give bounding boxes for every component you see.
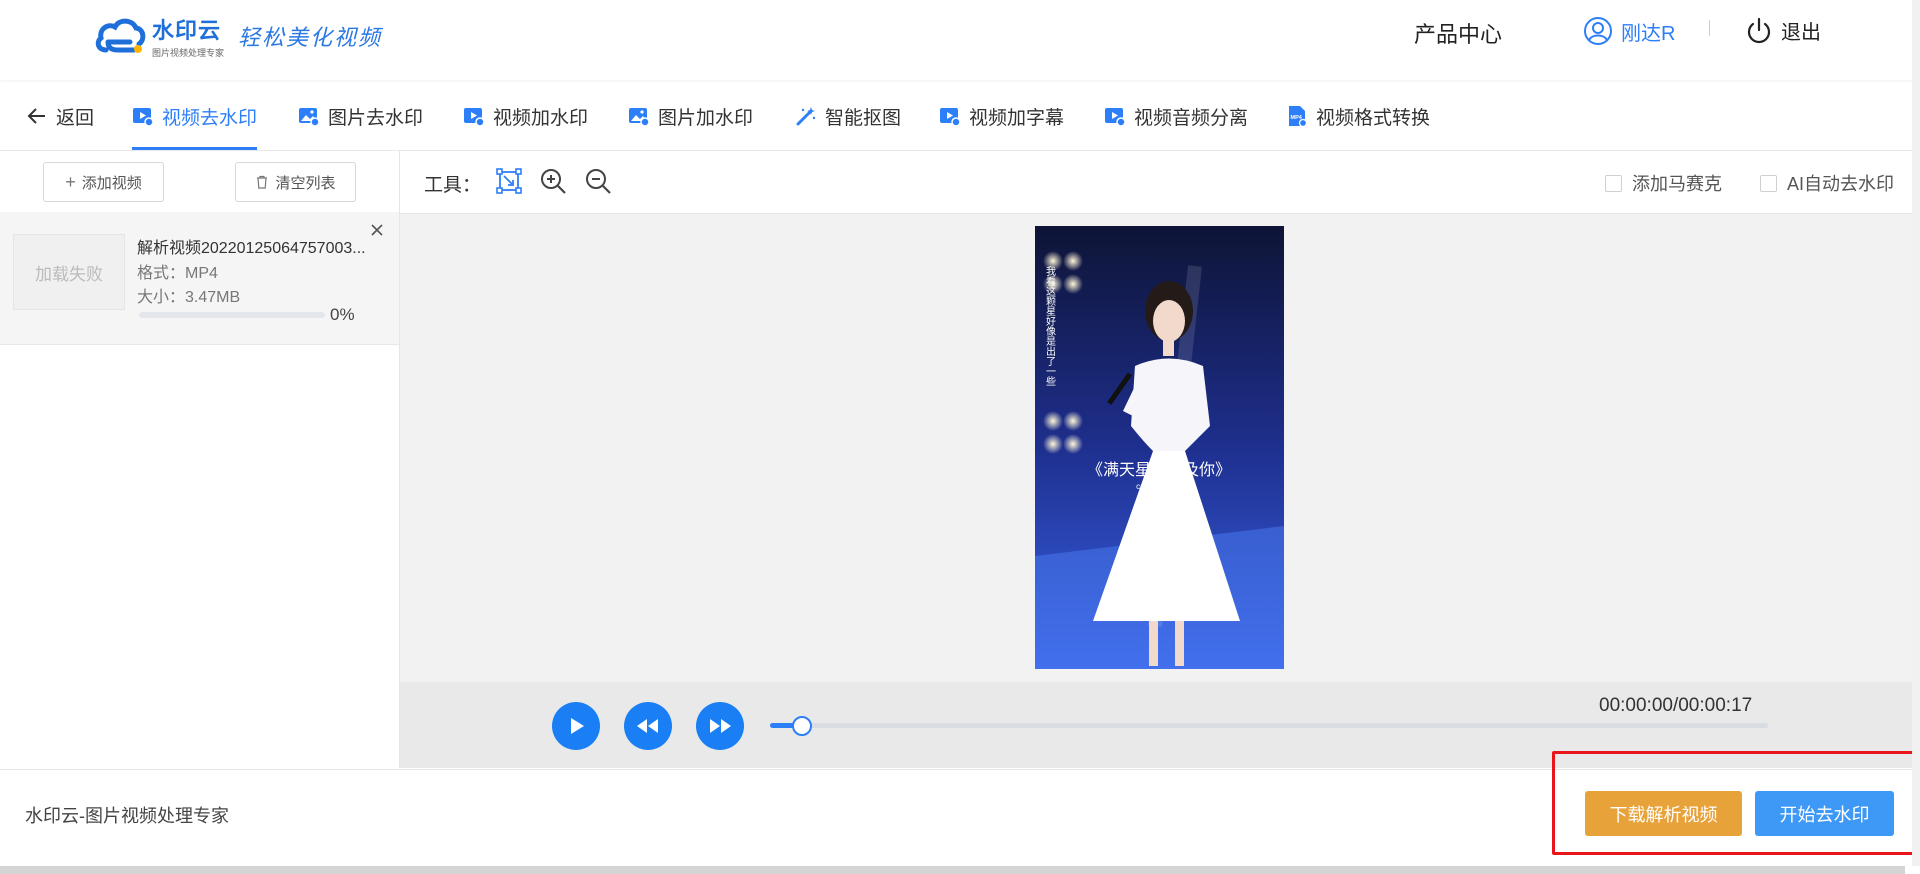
tab-label: 视频去水印 xyxy=(162,107,258,129)
power-icon xyxy=(1747,17,1771,43)
tab-label: 视频音频分离 xyxy=(1134,107,1249,129)
tab-label: 智能抠图 xyxy=(825,107,902,129)
clear-list-button[interactable]: 清空列表 xyxy=(235,162,356,202)
file-name: 解析视频20220125064757003... xyxy=(137,240,366,257)
tab-label: 视频格式转换 xyxy=(1316,107,1431,129)
video-icon xyxy=(1105,108,1126,127)
trash-icon xyxy=(257,175,268,189)
tab-image-remove-watermark[interactable]: 图片去水印 xyxy=(298,82,423,150)
file-list-item[interactable]: 加载失败 解析视频20220125064757003... 格式：MP4 大小：… xyxy=(0,212,399,345)
mp4-file-icon: MP4 xyxy=(1289,106,1308,127)
zoom-in-icon[interactable] xyxy=(538,166,568,196)
tab-video-subtitles[interactable]: 视频加字幕 xyxy=(939,82,1064,150)
select-area-icon[interactable] xyxy=(494,166,524,196)
file-format: 格式：MP4 xyxy=(137,265,218,282)
image-icon xyxy=(299,108,320,127)
horizontal-scrollbar[interactable] xyxy=(0,866,1905,874)
zoom-out-icon[interactable] xyxy=(583,166,613,196)
video-icon xyxy=(464,108,485,127)
back-label: 返回 xyxy=(56,107,95,129)
user-name: 刚达R xyxy=(1621,22,1676,45)
tab-video-audio-split[interactable]: 视频音频分离 xyxy=(1104,82,1248,150)
file-progress-text: 0% xyxy=(330,305,355,324)
highlight-annotation-box xyxy=(1552,751,1919,855)
file-progress-bar xyxy=(139,312,325,318)
tab-label: 视频加水印 xyxy=(493,107,589,129)
add-video-button[interactable]: + 添加视频 xyxy=(43,162,164,202)
fast-forward-button[interactable] xyxy=(696,702,744,750)
cloud-logo-icon xyxy=(95,18,146,53)
rewind-icon xyxy=(637,719,658,733)
footer-brand: 水印云-图片视频处理专家 xyxy=(25,806,229,826)
logout-label: 退出 xyxy=(1781,22,1821,44)
mosaic-checkbox[interactable] xyxy=(1605,174,1622,192)
seek-handle[interactable] xyxy=(791,716,812,736)
back-button[interactable]: 返回 xyxy=(26,82,94,150)
feature-tabs: 返回 视频去水印 图片去水印 视频加水印 图片加水印 智能抠图 视频加字幕 视频… xyxy=(0,82,1920,151)
image-icon xyxy=(629,108,650,127)
ai-remove-checkbox[interactable] xyxy=(1760,174,1777,192)
tools-label: 工具： xyxy=(424,175,482,196)
logo-subtitle: 图片视频处理专家 xyxy=(152,48,225,58)
tab-video-add-watermark[interactable]: 视频加水印 xyxy=(463,82,588,150)
tab-smart-cutout[interactable]: 智能抠图 xyxy=(795,82,901,150)
fast-forward-icon xyxy=(710,719,731,733)
logo[interactable]: 水印云 图片视频处理专家 轻松美化视频 xyxy=(94,12,382,60)
user-menu[interactable]: 刚达R xyxy=(1583,16,1675,46)
video-icon xyxy=(940,108,961,127)
logout-button[interactable]: 退出 xyxy=(1745,16,1821,45)
header-divider xyxy=(1709,20,1710,36)
magic-wand-icon xyxy=(796,107,816,126)
tab-label: 图片加水印 xyxy=(658,107,754,129)
arrow-left-icon xyxy=(27,108,45,124)
rewind-button[interactable] xyxy=(624,702,672,750)
plus-icon: + xyxy=(65,171,76,192)
video-preview[interactable]: 《满天星辰不及你》 cover: yeeee 我看这颗星好像是出了一些 xyxy=(1035,226,1284,669)
tab-video-format-convert[interactable]: MP4 视频格式转换 xyxy=(1286,82,1430,150)
video-frame-image: 《满天星辰不及你》 cover: yeeee 我看这颗星好像是出了一些 xyxy=(1035,226,1284,669)
vertical-scrollbar[interactable] xyxy=(1912,0,1920,866)
file-thumbnail: 加载失败 xyxy=(13,234,125,310)
play-icon xyxy=(571,718,584,734)
tab-image-add-watermark[interactable]: 图片加水印 xyxy=(628,82,753,150)
user-avatar-icon xyxy=(1584,17,1612,45)
ai-remove-label: AI自动去水印 xyxy=(1787,174,1895,194)
clear-list-label: 清空列表 xyxy=(275,174,336,192)
add-video-label: 添加视频 xyxy=(81,174,142,192)
ai-remove-option[interactable]: AI自动去水印 xyxy=(1760,170,1894,196)
time-display: 00:00:00/00:00:17 xyxy=(1599,695,1753,716)
video-icon xyxy=(133,108,154,127)
close-icon[interactable] xyxy=(369,222,385,238)
mosaic-option[interactable]: 添加马赛克 xyxy=(1605,170,1722,196)
logo-slogan: 轻松美化视频 xyxy=(238,26,383,51)
seek-bar[interactable] xyxy=(770,723,1768,728)
video-vertical-lyric: 我看这颗星好像是出了一些 xyxy=(1044,266,1056,386)
video-caption: 《满天星辰不及你》 xyxy=(1087,460,1231,479)
logo-name: 水印云 xyxy=(152,18,222,43)
play-button[interactable] xyxy=(552,702,600,750)
mosaic-label: 添加马赛克 xyxy=(1632,174,1722,194)
file-size: 大小：3.47MB xyxy=(137,289,241,306)
nav-product-center[interactable]: 产品中心 xyxy=(1414,17,1502,49)
video-caption-sub: cover: yeeee xyxy=(1136,482,1182,491)
tab-label: 视频加字幕 xyxy=(969,107,1065,129)
tab-video-remove-watermark[interactable]: 视频去水印 xyxy=(132,82,258,150)
tab-label: 图片去水印 xyxy=(328,107,424,129)
